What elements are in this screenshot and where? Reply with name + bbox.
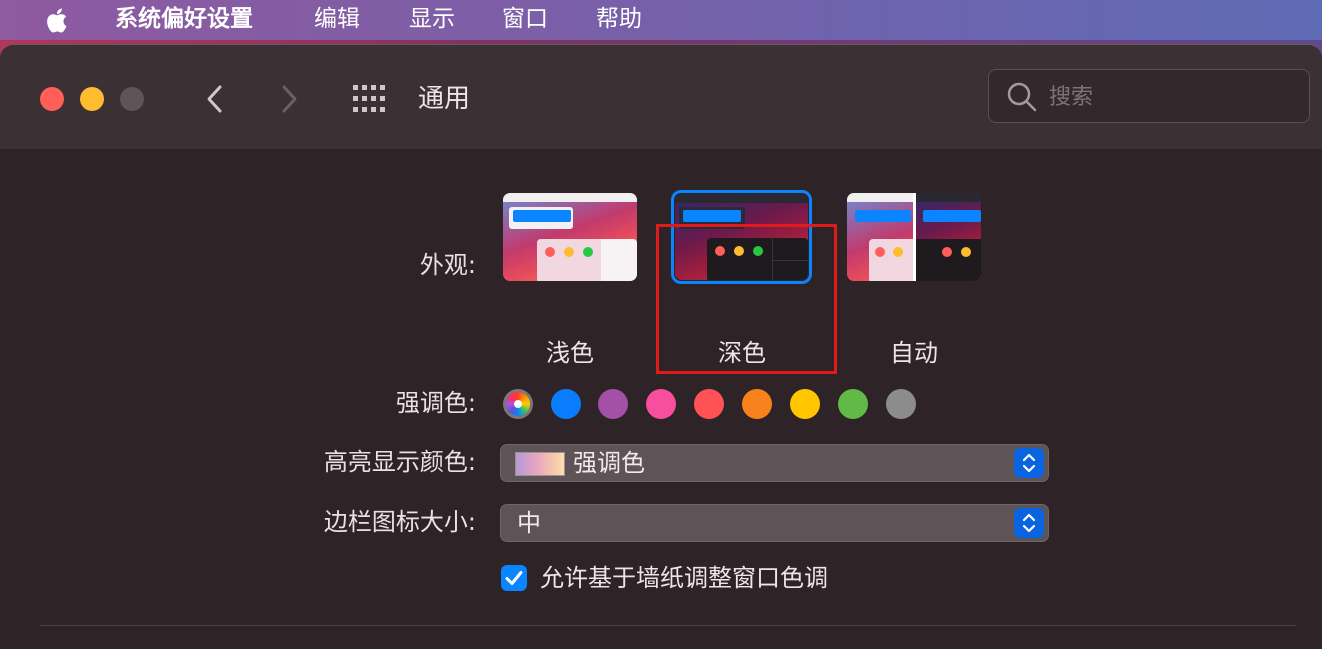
annotation-highlight-box [656, 224, 837, 374]
preferences-window: 通用 外观: 浅色 [0, 44, 1322, 649]
highlight-color-swatch [515, 452, 565, 476]
popup-stepper-icon [1014, 508, 1044, 538]
appearance-light-label[interactable]: 浅色 [500, 337, 640, 369]
thumbnail-menubar [503, 193, 637, 202]
accent-pink-swatch[interactable] [646, 389, 676, 419]
appearance-auto-label[interactable]: 自动 [844, 337, 984, 369]
accent-orange-swatch[interactable] [742, 389, 772, 419]
popup-stepper-icon [1014, 448, 1044, 478]
section-divider [40, 625, 1296, 626]
general-pane: 外观: 浅色 深色 自动 强调色: 高亮显示颜色: 强调色 边栏图标大小: 中 … [0, 149, 1322, 649]
accent-graphite-swatch[interactable] [886, 389, 916, 419]
menu-help[interactable]: 帮助 [596, 4, 642, 34]
wallpaper-tint-checkbox[interactable] [501, 565, 527, 591]
back-button[interactable] [200, 79, 230, 119]
minimize-button[interactable] [80, 87, 104, 111]
accent-multicolor-swatch[interactable] [503, 389, 533, 419]
menu-window[interactable]: 窗口 [502, 4, 548, 34]
search-icon [1007, 82, 1037, 112]
window-toolbar: 通用 [0, 45, 1322, 150]
search-input[interactable] [1047, 78, 1301, 116]
accent-green-swatch[interactable] [838, 389, 868, 419]
show-all-grid-icon[interactable] [352, 83, 388, 115]
apple-logo-icon[interactable] [44, 5, 72, 35]
menu-edit[interactable]: 编辑 [314, 4, 360, 34]
sidebar-icon-size-popup[interactable]: 中 [500, 504, 1049, 542]
accent-color-label: 强调色: [395, 389, 476, 417]
highlight-color-popup[interactable]: 强调色 [500, 444, 1049, 482]
appearance-auto-thumbnail[interactable] [847, 193, 981, 281]
sidebar-icon-size-label: 边栏图标大小: [323, 508, 476, 536]
highlight-color-label: 高亮显示颜色: [323, 448, 476, 476]
window-title: 通用 [418, 84, 471, 114]
highlight-color-value: 强调色 [573, 449, 645, 477]
menu-bar: 系统偏好设置 编辑 显示 窗口 帮助 [0, 0, 1322, 40]
close-button[interactable] [40, 87, 64, 111]
accent-blue-swatch[interactable] [551, 389, 581, 419]
menu-app-name[interactable]: 系统偏好设置 [115, 4, 253, 34]
sidebar-icon-size-value: 中 [517, 509, 541, 537]
chevron-left-icon [207, 85, 222, 113]
accent-yellow-swatch[interactable] [790, 389, 820, 419]
appearance-light-thumbnail[interactable] [503, 193, 637, 281]
wallpaper-tint-label[interactable]: 允许基于墙纸调整窗口色调 [540, 562, 828, 594]
menu-view[interactable]: 显示 [409, 4, 455, 34]
appearance-label: 外观: [419, 251, 476, 279]
chevron-right-icon [282, 85, 297, 113]
checkmark-icon [505, 571, 523, 585]
zoom-button[interactable] [120, 87, 144, 111]
forward-button[interactable] [274, 79, 304, 119]
accent-red-swatch[interactable] [694, 389, 724, 419]
search-field[interactable] [988, 69, 1310, 123]
accent-purple-swatch[interactable] [598, 389, 628, 419]
